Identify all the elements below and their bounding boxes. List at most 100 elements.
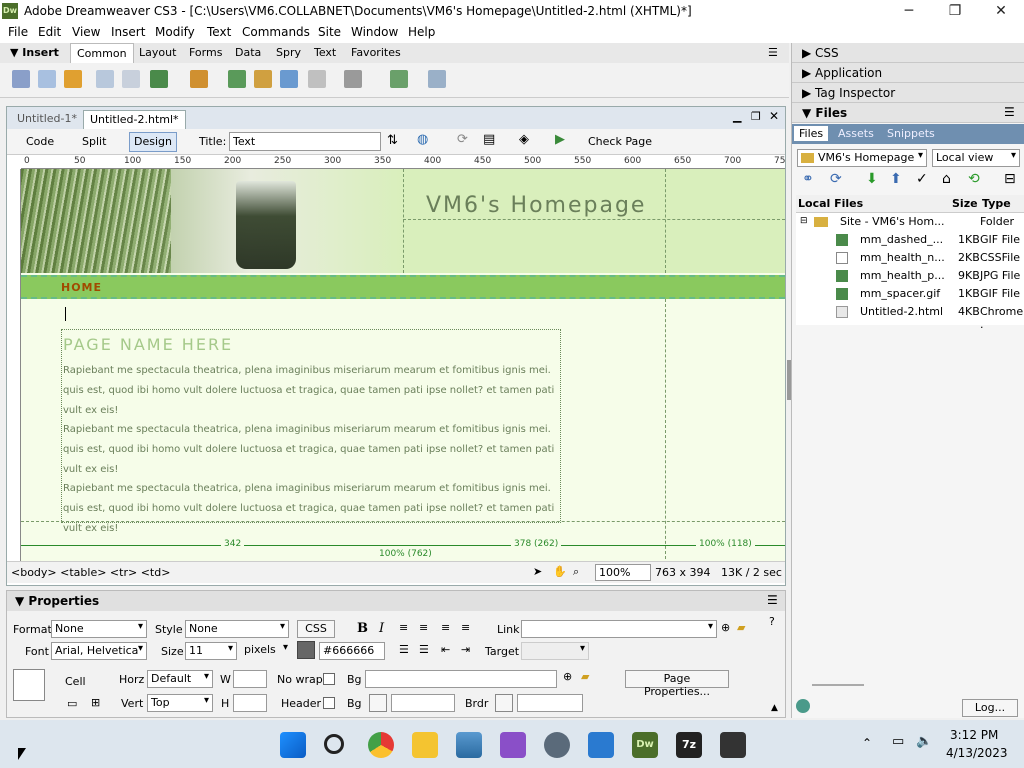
column-width-label[interactable]: 342 (221, 539, 245, 549)
start-icon[interactable] (280, 732, 306, 758)
view-options-icon[interactable]: ▤ (483, 132, 495, 147)
body-paragraph[interactable]: Rapiebant me spectacula theatrica, plena… (63, 479, 563, 539)
file-row[interactable]: mm_spacer.gif 1KB GIF File (796, 285, 1024, 303)
italic-button[interactable]: I (379, 621, 384, 636)
file-row[interactable]: mm_dashed_... 1KB GIF File (796, 231, 1024, 249)
insert-tab-forms[interactable]: Forms (189, 46, 222, 59)
format-select[interactable]: None (51, 620, 147, 638)
server-side-include-icon[interactable] (254, 70, 272, 91)
maximize-button[interactable]: ❐ (932, 0, 978, 23)
tag-chooser-icon[interactable] (428, 70, 446, 91)
text-color-input[interactable]: #666666 (319, 642, 385, 660)
ordered-list-icon[interactable]: ☰ (419, 643, 429, 656)
insert-tab-data[interactable]: Data (235, 46, 261, 59)
bold-button[interactable]: B (357, 621, 368, 636)
page-properties-button[interactable]: Page Properties... (625, 670, 729, 698)
menu-help[interactable]: Help (408, 25, 435, 39)
notepad-icon[interactable] (588, 732, 614, 758)
nav-home-link[interactable]: HOME (61, 281, 102, 294)
browse-folder-icon[interactable]: ▰ (737, 621, 745, 634)
check-in-icon[interactable]: ⌂ (942, 171, 951, 187)
file-row[interactable]: mm_health_n... 2KB CSSFile (796, 249, 1024, 267)
help-icon[interactable]: ? (769, 615, 775, 628)
file-row[interactable]: mm_health_p... 9KB JPG File (796, 267, 1024, 285)
indent-icon[interactable]: ⇥ (461, 643, 470, 656)
doc-tab-untitled-2[interactable]: Untitled-2.html* (83, 110, 186, 129)
border-color-input[interactable] (517, 694, 583, 712)
design-view-button[interactable]: Design (129, 132, 177, 152)
merge-cells-icon[interactable]: ▭ (67, 697, 77, 710)
hyperlink-icon[interactable] (12, 70, 30, 91)
horizontal-scrollbar[interactable] (812, 684, 864, 686)
menu-window[interactable]: Window (351, 25, 398, 39)
doc-minimize-icon[interactable]: ▁ (733, 110, 741, 123)
menu-edit[interactable]: Edit (38, 25, 61, 39)
target-select[interactable] (521, 642, 589, 660)
text-color-swatch[interactable] (297, 641, 315, 659)
point-to-file-icon[interactable]: ⊕ (563, 670, 572, 683)
application-panel-header[interactable]: ▶ Application (792, 63, 1024, 83)
menu-text[interactable]: Text (207, 25, 231, 39)
photos-icon[interactable] (456, 732, 482, 758)
refresh-icon[interactable]: ⟳ (457, 132, 468, 147)
menu-commands[interactable]: Commands (242, 25, 310, 39)
search-icon[interactable] (324, 734, 344, 754)
minimize-button[interactable]: ─ (886, 0, 932, 23)
head-icon[interactable] (308, 70, 326, 91)
visual-aids-icon[interactable]: ◈ (519, 132, 529, 147)
hand-tool-icon[interactable]: ✋ (553, 565, 567, 578)
tag-inspector-panel-header[interactable]: ▶ Tag Inspector (792, 83, 1024, 103)
table-width-label[interactable]: 100% (762) (376, 549, 435, 559)
clock-time[interactable]: 3:12 PM (950, 728, 998, 742)
page-title-input[interactable] (229, 132, 381, 151)
border-color-swatch[interactable] (495, 694, 513, 712)
get-files-icon[interactable]: ⬇ (866, 171, 878, 187)
css-panel-header[interactable]: ▶ CSS (792, 43, 1024, 63)
validate-markup-icon[interactable]: ▶ (555, 132, 565, 147)
align-center-icon[interactable]: ≡ (419, 621, 428, 634)
vert-select[interactable]: Top (147, 694, 213, 712)
body-paragraph[interactable]: Rapiebant me spectacula theatrica, plena… (63, 361, 563, 421)
unit-select[interactable]: pixels (241, 642, 291, 660)
header-checkbox[interactable] (323, 697, 335, 709)
column-width-label[interactable]: 100% (118) (696, 539, 755, 549)
pointer-tool-icon[interactable]: ➤ (533, 565, 542, 578)
volume-icon[interactable]: 🔈 (916, 734, 932, 749)
menu-modify[interactable]: Modify (155, 25, 195, 39)
bg-color-input[interactable] (391, 694, 455, 712)
dreamweaver-icon[interactable]: Dw (632, 732, 658, 758)
chrome-icon[interactable] (368, 732, 394, 758)
files-tab[interactable]: Files (794, 126, 829, 141)
justify-icon[interactable]: ≡ (461, 621, 470, 634)
insert-tab-favorites[interactable]: Favorites (351, 46, 401, 59)
css-button[interactable]: CSS (297, 620, 335, 638)
zoom-select[interactable]: 100% (595, 564, 651, 581)
terminal-icon[interactable] (720, 732, 746, 758)
files-panel-header[interactable]: ▼ Files ☰ (792, 103, 1024, 123)
date-icon[interactable] (228, 70, 246, 91)
font-select[interactable]: Arial, Helvetica (51, 642, 147, 660)
collapse-icon[interactable]: ⊟ (800, 216, 808, 226)
assets-tab[interactable]: Assets (838, 127, 874, 140)
panel-options-icon[interactable]: ☰ (767, 593, 778, 607)
images-icon[interactable] (150, 70, 168, 91)
col-type[interactable]: Type (982, 197, 1011, 210)
menu-site[interactable]: Site (318, 25, 341, 39)
email-link-icon[interactable] (38, 70, 56, 91)
menu-view[interactable]: View (72, 25, 100, 39)
view-select[interactable]: Local view (932, 149, 1020, 167)
size-select[interactable]: 11 (185, 642, 237, 660)
clock-date[interactable]: 4/13/2023 (946, 746, 1008, 760)
doc-restore-icon[interactable]: ❐ (751, 110, 761, 123)
point-to-file-icon[interactable]: ⊕ (721, 621, 730, 634)
settings-icon[interactable] (544, 732, 570, 758)
menu-file[interactable]: File (8, 25, 28, 39)
file-row[interactable]: ⊟ Site - VM6's Hom... Folder (796, 213, 1024, 231)
column-width-label[interactable]: 378 (262) (511, 539, 562, 549)
site-title[interactable]: VM6's Homepage (426, 193, 646, 218)
file-explorer-icon[interactable] (412, 732, 438, 758)
window-size[interactable]: 763 x 394 (655, 566, 711, 579)
7zip-icon[interactable]: 7z (676, 732, 702, 758)
templates-icon[interactable] (390, 70, 408, 91)
browse-folder-icon[interactable]: ▰ (581, 670, 589, 683)
